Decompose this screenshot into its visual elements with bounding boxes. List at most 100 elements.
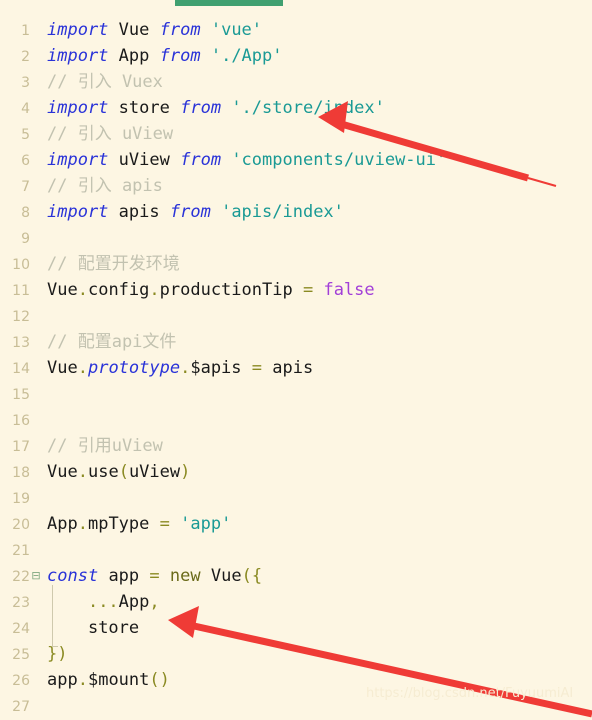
indent-guide-line — [52, 585, 53, 647]
token-cmt: // 配置api文件 — [47, 332, 177, 352]
token-ident: app — [47, 670, 78, 690]
csdn-watermark: https://blog.csdn.net/FuyuumiAI — [366, 686, 574, 701]
code-line[interactable]: 11 Vue.config.productionTip = false — [0, 277, 592, 303]
line-number: 23 — [12, 595, 30, 611]
token-ident: Vue — [118, 20, 150, 40]
token-op: = — [251, 358, 263, 378]
code-line[interactable]: 19 — [0, 485, 592, 511]
token-kw: import — [47, 202, 109, 222]
line-number: 6 — [21, 153, 30, 169]
line-number: 5 — [21, 127, 30, 143]
code-line[interactable]: 18 Vue.use(uView) — [0, 459, 592, 485]
token-str: './App' — [210, 46, 283, 66]
code-text: // 配置开发环境 — [47, 251, 180, 277]
code-text: Vue.config.productionTip = false — [47, 277, 375, 303]
token-punct: ) — [180, 462, 191, 482]
line-number: 19 — [12, 491, 30, 507]
code-line[interactable]: 14 Vue.prototype.$apis = apis — [0, 355, 592, 381]
token-str: './store/index' — [231, 98, 385, 118]
code-line[interactable]: 25}) — [0, 641, 592, 667]
code-line[interactable]: 17 // 引用uView — [0, 433, 592, 459]
token-kw: from — [159, 20, 201, 40]
code-line[interactable]: 6 import uView from 'components/uview-ui' — [0, 147, 592, 173]
code-line[interactable]: 24 store — [0, 615, 592, 641]
token-kw: from — [180, 98, 222, 118]
token-ident: App — [118, 46, 150, 66]
token-punct: . — [77, 358, 88, 378]
scroll-progress-marker — [175, 0, 283, 6]
token-ident: App — [118, 592, 150, 612]
code-editor-view: 1 import Vue from 'vue' 2 import App from '… — [0, 0, 592, 720]
line-number: 17 — [12, 439, 30, 455]
code-lines-container[interactable]: 1 import Vue from 'vue' 2 import App from '… — [0, 17, 592, 719]
line-number: 27 — [12, 699, 30, 715]
code-line[interactable]: 2 import App from './App' — [0, 43, 592, 69]
code-line[interactable]: 13 // 配置api文件 — [0, 329, 592, 355]
line-number: 20 — [12, 517, 30, 533]
line-number: 2 — [21, 49, 30, 65]
code-line[interactable]: 7 // 引入 apis — [0, 173, 592, 199]
token-punct: ( — [118, 462, 129, 482]
token-ident: Vue — [47, 358, 78, 378]
code-line[interactable]: 15 — [0, 381, 592, 407]
token-punct: }) — [47, 644, 68, 664]
token-punct: . — [180, 358, 191, 378]
code-text: // 引入 Vuex — [47, 69, 163, 95]
token-kw: import — [47, 46, 109, 66]
token-ident: Vue — [210, 566, 242, 586]
code-line[interactable]: 23 ...App, — [0, 589, 592, 615]
code-text: app.$mount() — [47, 667, 170, 693]
code-text: ...App, — [47, 589, 160, 615]
token-cmt: // 配置开发环境 — [47, 254, 180, 274]
token-ident: uView — [128, 462, 181, 482]
code-line[interactable]: 12 — [0, 303, 592, 329]
code-text: import Vue from 'vue' — [47, 17, 262, 43]
token-kw: const — [47, 566, 99, 586]
token-punct: . — [77, 462, 88, 482]
code-text: App.mpType = 'app' — [47, 511, 231, 537]
token-ident: $mount — [87, 670, 150, 690]
line-number: 8 — [21, 205, 30, 221]
code-line[interactable]: 5 // 引入 uView — [0, 121, 592, 147]
code-line[interactable]: 21 — [0, 537, 592, 563]
code-line[interactable]: 8 import apis from 'apis/index' — [0, 199, 592, 225]
token-ident: mpType — [87, 514, 150, 534]
token-kw: import — [47, 98, 109, 118]
token-cmt: // 引入 uView — [47, 124, 174, 144]
code-text: import uView from 'components/uview-ui' — [47, 147, 446, 173]
code-line[interactable]: 20 App.mpType = 'app' — [0, 511, 592, 537]
code-line[interactable]: 4 import store from './store/index' — [0, 95, 592, 121]
line-number: 13 — [12, 335, 30, 351]
code-line[interactable]: 16 — [0, 407, 592, 433]
token-ident: store — [118, 98, 170, 118]
code-line[interactable]: 22⊟ const app = new Vue({ — [0, 563, 592, 589]
line-number: 24 — [12, 621, 30, 637]
token-punct: . — [77, 670, 88, 690]
token-ident: apis — [272, 358, 314, 378]
code-line[interactable]: 1 import Vue from 'vue' — [0, 17, 592, 43]
code-line[interactable]: 3 // 引入 Vuex — [0, 69, 592, 95]
fold-toggle-icon[interactable]: ⊟ — [30, 563, 42, 589]
code-text: import store from './store/index' — [47, 95, 385, 121]
code-text: // 引入 apis — [47, 173, 163, 199]
code-line[interactable]: 9 — [0, 225, 592, 251]
line-number: 10 — [12, 257, 30, 273]
token-ident: apis — [118, 202, 160, 222]
token-kw: import — [47, 20, 109, 40]
code-line[interactable]: 10 // 配置开发环境 — [0, 251, 592, 277]
